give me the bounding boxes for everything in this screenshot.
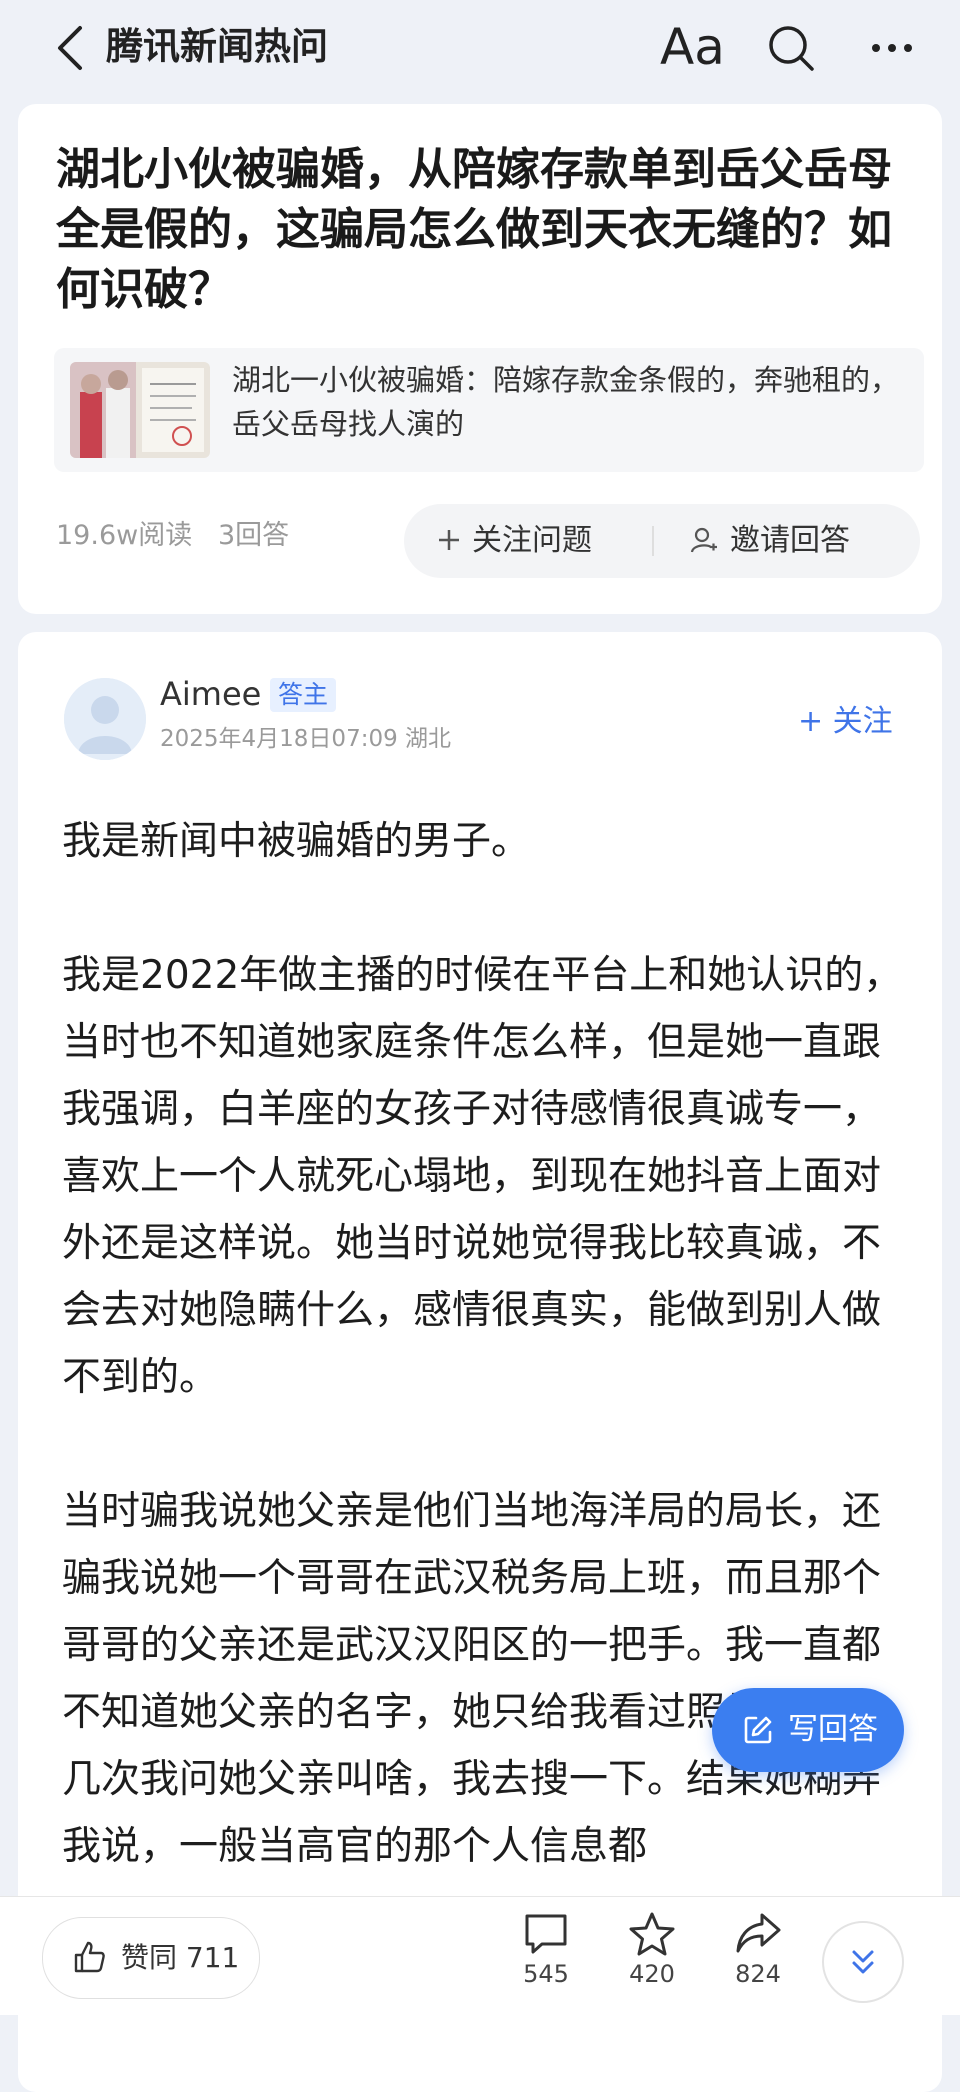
invite-user-icon <box>690 527 717 553</box>
bottom-action-bar: 赞同 711 545 420 824 <box>0 1896 960 2015</box>
news-link-text: 湖北一小伙被骗婚：陪嫁存款金条假的，奔驰租的，岳父岳母找人演的 <box>232 363 900 441</box>
plus-icon <box>439 530 459 550</box>
write-answer-label: 写回答 <box>788 1712 878 1747</box>
share-count: 824 <box>735 1960 781 1988</box>
favorite-count: 420 <box>629 1960 675 1988</box>
author-name[interactable]: Aimee <box>160 672 261 716</box>
question-card: 湖北小伙被骗婚，从陪嫁存款单到岳父岳母全是假的，这骗局怎么做到天衣无缝的？如何识… <box>18 104 942 614</box>
upvote-label: 赞同 711 <box>121 1941 240 1974</box>
question-stats: 19.6w阅读 3回答 <box>56 516 289 556</box>
divider <box>652 526 654 556</box>
answer-count: 3回答 <box>217 520 290 551</box>
author-badge: 答主 <box>270 678 337 712</box>
back-arrow-icon[interactable] <box>52 22 92 74</box>
avatar[interactable] <box>64 678 146 760</box>
answer-card: Aimee 答主 2025年4月18日07:09 湖北 + 关注 我是新闻中被骗… <box>18 632 942 2092</box>
page-title: 腾讯新闻热问 <box>106 25 328 68</box>
follow-author-button[interactable]: + 关注 <box>798 700 893 744</box>
question-actions: 关注问题 邀请回答 <box>404 504 920 578</box>
thumbs-up-icon <box>74 1941 105 1973</box>
font-size-icon[interactable]: Aa <box>660 18 725 76</box>
share-icon <box>736 1913 781 1953</box>
comment-button[interactable]: 545 <box>506 1911 586 1991</box>
answer-time-location: 2025年4月18日07:09 湖北 <box>160 726 452 752</box>
answer-paragraph: 当时骗我说她父亲是他们当地海洋局的局长，还骗我说她一个哥哥在武汉税务局上班，而且… <box>62 1489 882 1869</box>
invite-answer-button[interactable]: 邀请回答 <box>690 504 850 578</box>
share-button[interactable]: 824 <box>718 1911 798 1991</box>
related-news-link[interactable]: 湖北一小伙被骗婚：陪嫁存款金条假的，奔驰租的，岳父岳母找人演的 <box>54 348 924 472</box>
more-options-icon[interactable] <box>866 22 918 74</box>
follow-question-label: 关注问题 <box>472 523 592 558</box>
next-answer-button[interactable] <box>822 1921 904 2003</box>
comment-count: 545 <box>523 1960 569 1988</box>
edit-icon <box>744 1716 772 1744</box>
follow-question-button[interactable]: 关注问题 <box>436 504 592 578</box>
write-answer-button[interactable]: 写回答 <box>712 1688 904 1772</box>
top-navigation-bar: 腾讯新闻热问 Aa <box>0 0 960 95</box>
star-icon <box>629 1912 675 1956</box>
answer-paragraph: 我是新闻中被骗婚的男子。 <box>62 819 531 864</box>
comment-icon <box>525 1914 567 1954</box>
answer-paragraph: 我是2022年做主播的时候在平台上和她认识的，当时也不知道她家庭条件怎么样，但是… <box>62 953 903 1400</box>
search-icon[interactable] <box>765 22 817 74</box>
invite-answer-label: 邀请回答 <box>730 523 850 558</box>
double-chevron-down-icon <box>852 1950 874 1974</box>
answer-body: 我是新闻中被骗婚的男子。 我是2022年做主播的时候在平台上和她认识的，当时也不… <box>62 808 912 1947</box>
upvote-button[interactable]: 赞同 711 <box>42 1917 260 1999</box>
favorite-button[interactable]: 420 <box>612 1911 692 1991</box>
news-thumbnail <box>70 362 210 458</box>
read-count: 19.6w阅读 <box>56 520 193 551</box>
question-title: 湖北小伙被骗婚，从陪嫁存款单到岳父岳母全是假的，这骗局怎么做到天衣无缝的？如何识… <box>56 144 892 315</box>
